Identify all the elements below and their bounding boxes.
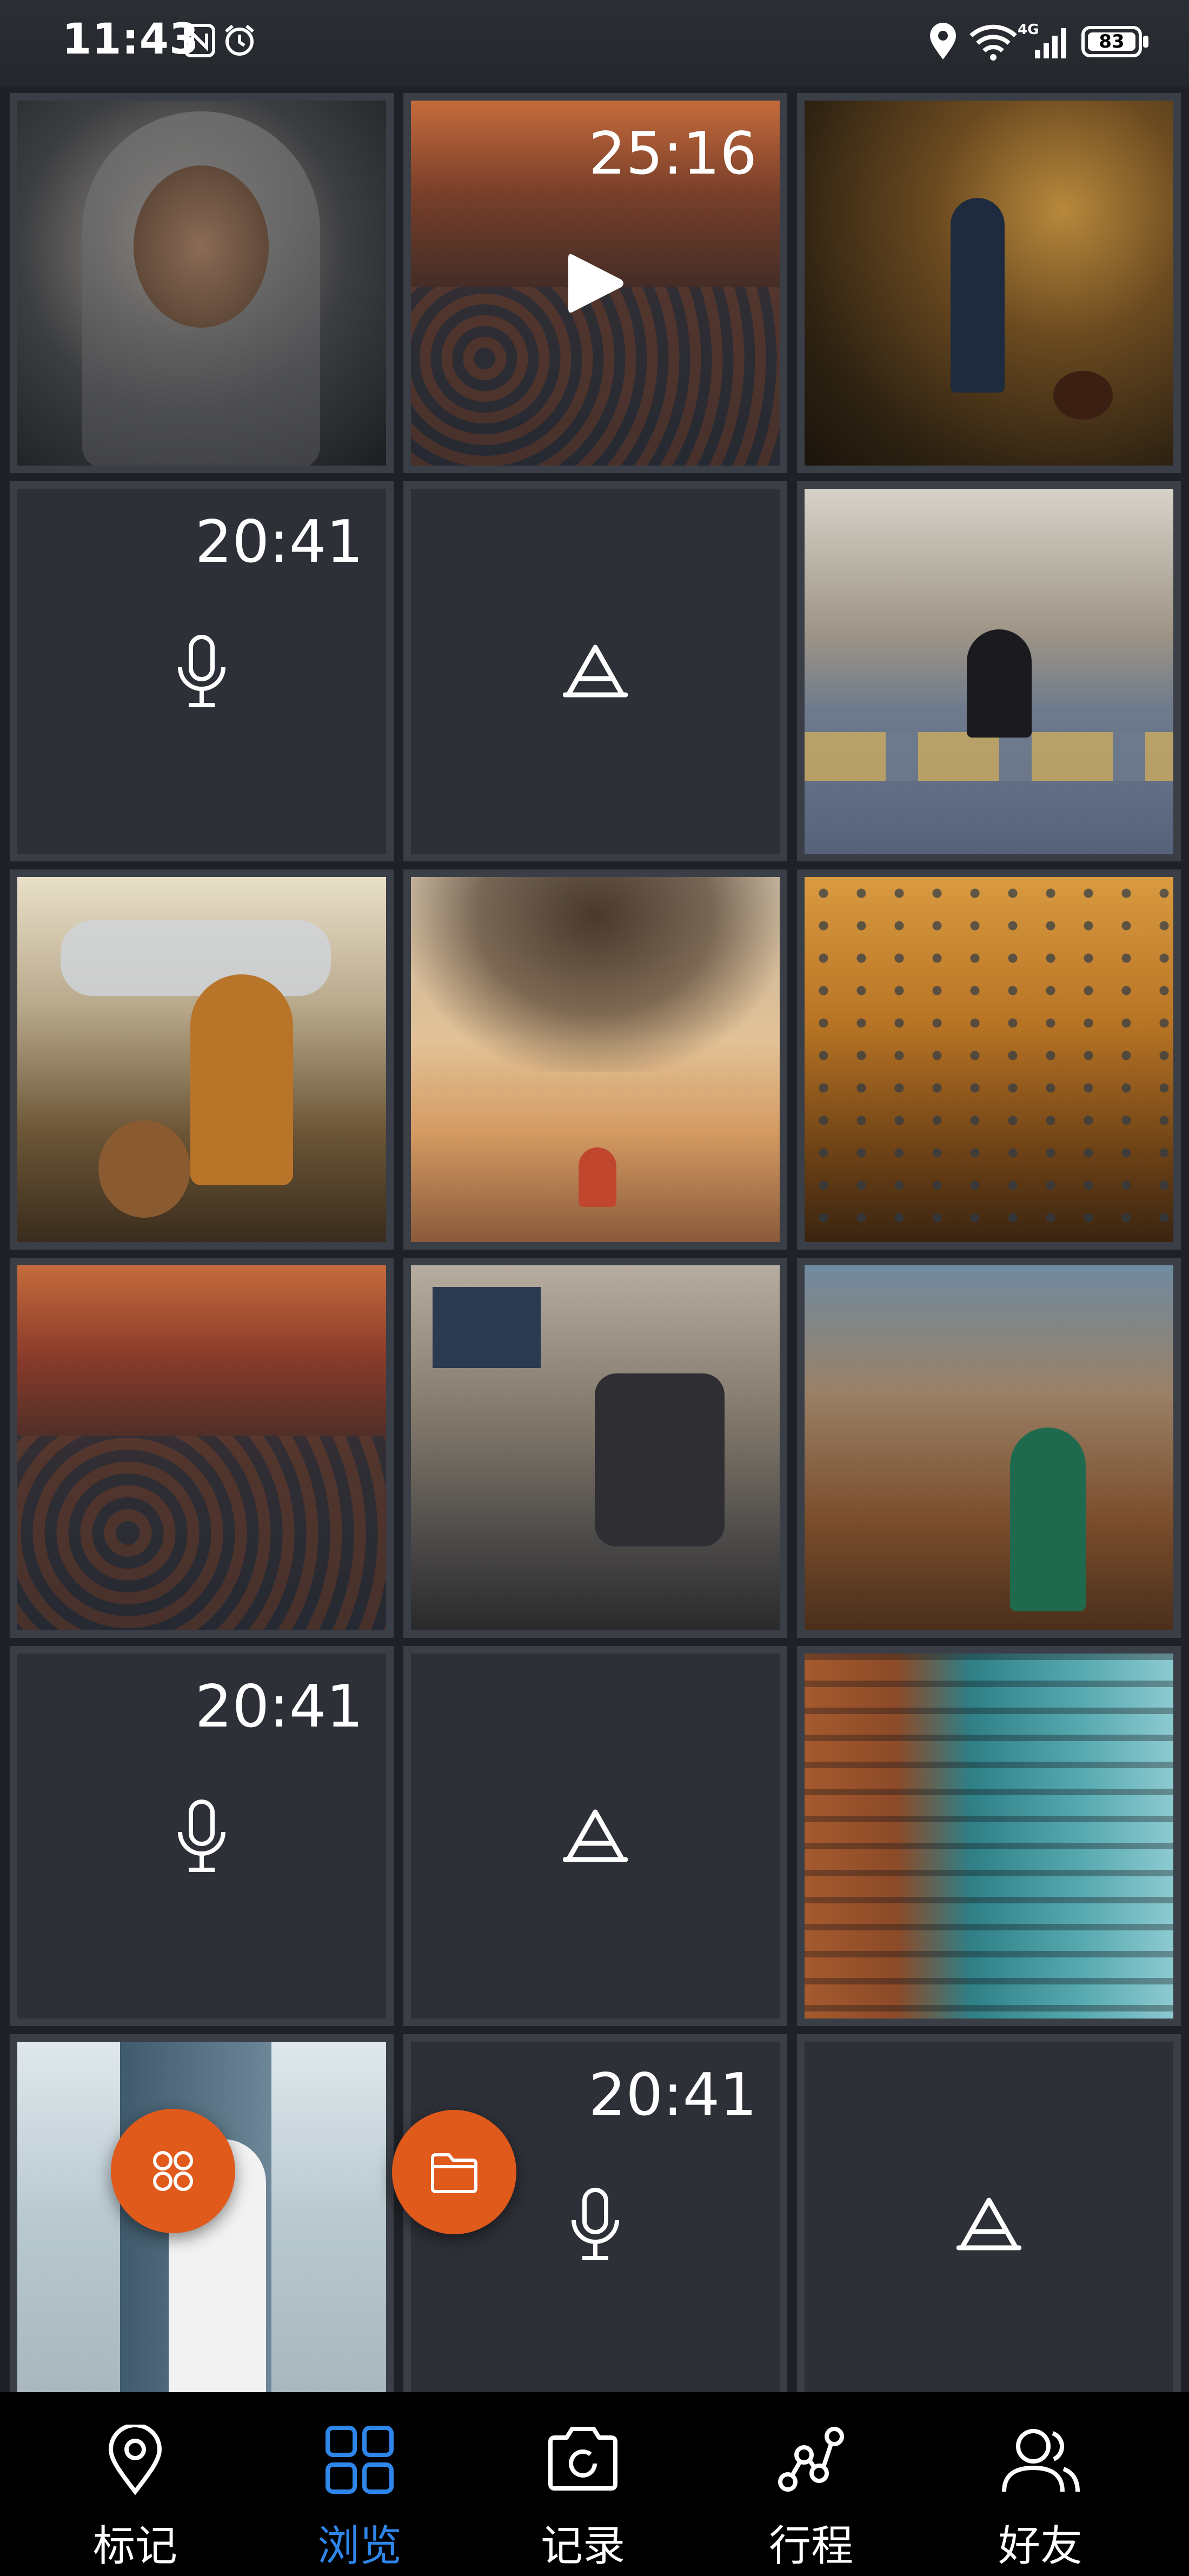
battery-icon: 83	[1081, 26, 1142, 57]
text-a-icon	[563, 1809, 628, 1862]
nav-label: 行程	[768, 2522, 853, 2571]
text-tile[interactable]	[403, 481, 787, 861]
nav-label: 好友	[998, 2522, 1082, 2571]
audio-tile[interactable]: 20:41	[10, 1646, 394, 2026]
media-grid: 25:16 20:41 20:41 20:41	[0, 87, 1189, 2414]
text-tile[interactable]	[403, 1646, 787, 2026]
storefront-shape	[433, 1287, 541, 1368]
boats-pattern	[805, 877, 1173, 1242]
media-tile[interactable]	[10, 1258, 394, 1638]
text-a-icon	[956, 2197, 1021, 2250]
nav-label: 浏览	[317, 2522, 402, 2571]
camera-icon	[548, 2427, 617, 2491]
chicken-shape	[1053, 371, 1113, 420]
media-tile[interactable]: 25:16	[403, 93, 787, 473]
nav-item-trip[interactable]: 行程	[692, 2392, 930, 2576]
grid-icon	[326, 2426, 394, 2494]
text-tile[interactable]	[797, 2034, 1181, 2414]
media-tile[interactable]	[10, 93, 394, 473]
nav-item-browse[interactable]: 浏览	[241, 2392, 479, 2576]
route-icon	[778, 2427, 844, 2492]
child-shape	[190, 974, 293, 1185]
photo-woman-green-shawl	[805, 1265, 1173, 1630]
windows-pattern	[805, 1654, 1173, 2019]
media-tile[interactable]	[10, 869, 394, 1250]
microphone-icon	[178, 634, 225, 707]
stroller-shape	[595, 1373, 725, 1546]
audio-duration: 20:41	[195, 1673, 363, 1741]
location-icon	[930, 23, 956, 59]
audio-duration: 20:41	[195, 508, 363, 576]
nav-item-mark[interactable]: 标记	[16, 2392, 254, 2576]
bottom-nav: 标记 浏览 记录 行程 好友	[0, 2392, 1189, 2576]
car-shape	[61, 920, 331, 996]
crowd-shape-2	[17, 1436, 386, 1630]
street-lines	[805, 732, 1173, 781]
status-bar: 11:43 4G 83	[0, 0, 1189, 87]
puppy-shape	[98, 1120, 190, 1218]
video-duration: 25:16	[588, 120, 757, 188]
nav-item-record[interactable]: 记录	[464, 2392, 702, 2576]
media-tile[interactable]	[403, 869, 787, 1250]
nav-item-friends[interactable]: 好友	[921, 2392, 1159, 2576]
tree-canopy	[411, 877, 780, 1072]
apps-fab-button[interactable]	[111, 2109, 235, 2233]
battery-level: 83	[1088, 32, 1135, 51]
audio-duration: 20:41	[588, 2061, 757, 2129]
signal-icon	[1035, 28, 1066, 58]
woman-green-shape	[1010, 1428, 1086, 1611]
apps-icon	[153, 2151, 193, 2191]
nav-label: 标记	[92, 2522, 177, 2571]
folder-icon	[431, 2153, 477, 2193]
microphone-icon	[572, 2187, 619, 2260]
text-a-icon	[563, 645, 628, 697]
audio-tile[interactable]: 20:41	[10, 481, 394, 861]
location-pin-icon	[108, 2425, 162, 2495]
nav-label: 记录	[540, 2522, 625, 2571]
face-shape	[134, 165, 269, 328]
folder-fab-button[interactable]	[392, 2110, 516, 2234]
media-tile[interactable]	[797, 869, 1181, 1250]
nfc-icon	[184, 24, 215, 57]
person-sitting	[579, 1147, 616, 1207]
woman-shape	[967, 629, 1032, 738]
battery-tip	[1143, 36, 1148, 48]
boy-shape	[951, 198, 1005, 393]
media-tile[interactable]	[403, 1258, 787, 1638]
play-icon[interactable]	[563, 248, 628, 318]
alarm-icon	[225, 24, 254, 56]
media-tile[interactable]	[797, 481, 1181, 861]
friends-icon	[1002, 2429, 1080, 2492]
media-tile[interactable]	[797, 1258, 1181, 1638]
microphone-icon	[178, 1799, 225, 1872]
status-time: 11:43	[62, 15, 200, 64]
media-tile[interactable]	[797, 1646, 1181, 2026]
wifi-icon	[969, 24, 1017, 61]
media-tile[interactable]	[797, 93, 1181, 473]
